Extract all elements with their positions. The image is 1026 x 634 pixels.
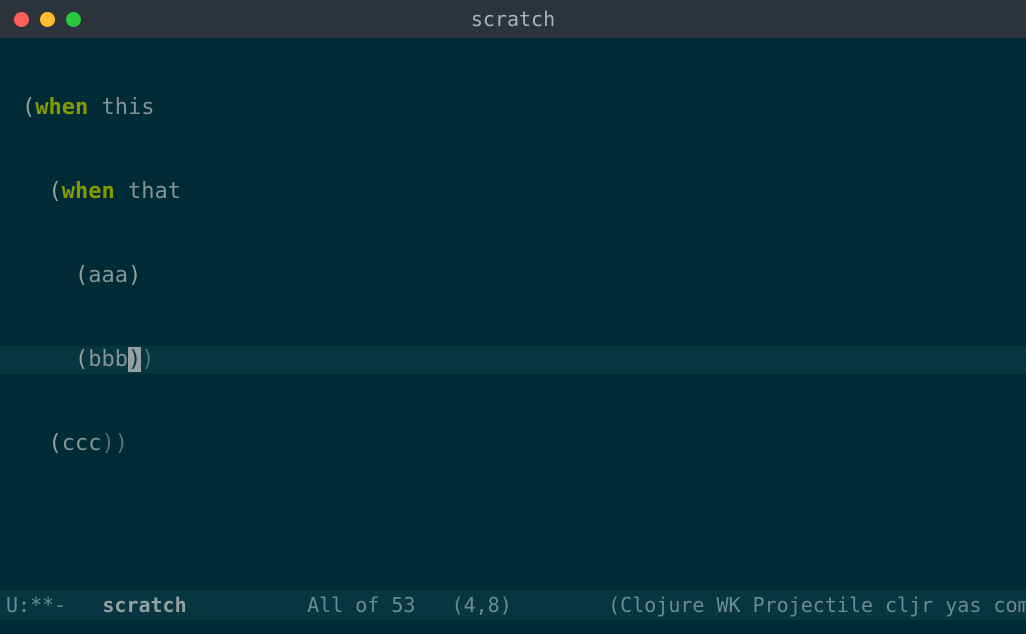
modeline: U:**- scratch All of 53 (4,8) (Clojure W… bbox=[0, 590, 1026, 620]
keyword: when bbox=[62, 179, 115, 204]
open-paren: ( bbox=[49, 431, 62, 456]
symbol: that bbox=[128, 179, 181, 204]
symbol: aaa bbox=[88, 263, 128, 288]
code-line: (when that bbox=[0, 178, 1026, 206]
open-paren: ( bbox=[22, 95, 35, 120]
open-paren: ( bbox=[75, 347, 88, 372]
modeline-position: All of 53 bbox=[307, 593, 415, 617]
code-line: (aaa) bbox=[0, 262, 1026, 290]
open-paren: ( bbox=[49, 179, 62, 204]
close-paren: ) bbox=[115, 431, 128, 456]
indent bbox=[22, 431, 49, 456]
close-paren: ) bbox=[141, 347, 154, 372]
modeline-buffer-name: scratch bbox=[102, 593, 186, 617]
close-paren: ) bbox=[128, 263, 141, 288]
indent bbox=[22, 347, 75, 372]
modeline-status: U:**- bbox=[6, 593, 66, 617]
maximize-icon[interactable] bbox=[66, 12, 81, 27]
open-paren: ( bbox=[75, 263, 88, 288]
keyword: when bbox=[35, 95, 88, 120]
editor-area[interactable]: (when this (when that (aaa) (bbb)) (ccc)… bbox=[0, 38, 1026, 634]
indent bbox=[22, 179, 49, 204]
space bbox=[88, 95, 101, 120]
close-icon[interactable] bbox=[14, 12, 29, 27]
modeline-cursor-pos: (4,8) bbox=[452, 593, 512, 617]
titlebar: scratch bbox=[0, 0, 1026, 38]
indent bbox=[22, 263, 75, 288]
code-line: (ccc)) bbox=[0, 430, 1026, 458]
close-paren: ) bbox=[102, 431, 115, 456]
traffic-lights bbox=[0, 12, 81, 27]
symbol: ccc bbox=[62, 431, 102, 456]
minimize-icon[interactable] bbox=[40, 12, 55, 27]
window-title: scratch bbox=[471, 7, 555, 31]
modeline-modes: (Clojure WK Projectile cljr yas company bbox=[608, 593, 1026, 617]
symbol: this bbox=[101, 95, 154, 120]
symbol: bbb bbox=[88, 347, 128, 372]
space bbox=[115, 179, 128, 204]
code-line-current: (bbb)) bbox=[0, 346, 1026, 374]
code-line: (when this bbox=[0, 94, 1026, 122]
cursor: ) bbox=[128, 347, 141, 372]
minibuffer[interactable] bbox=[0, 620, 1026, 634]
